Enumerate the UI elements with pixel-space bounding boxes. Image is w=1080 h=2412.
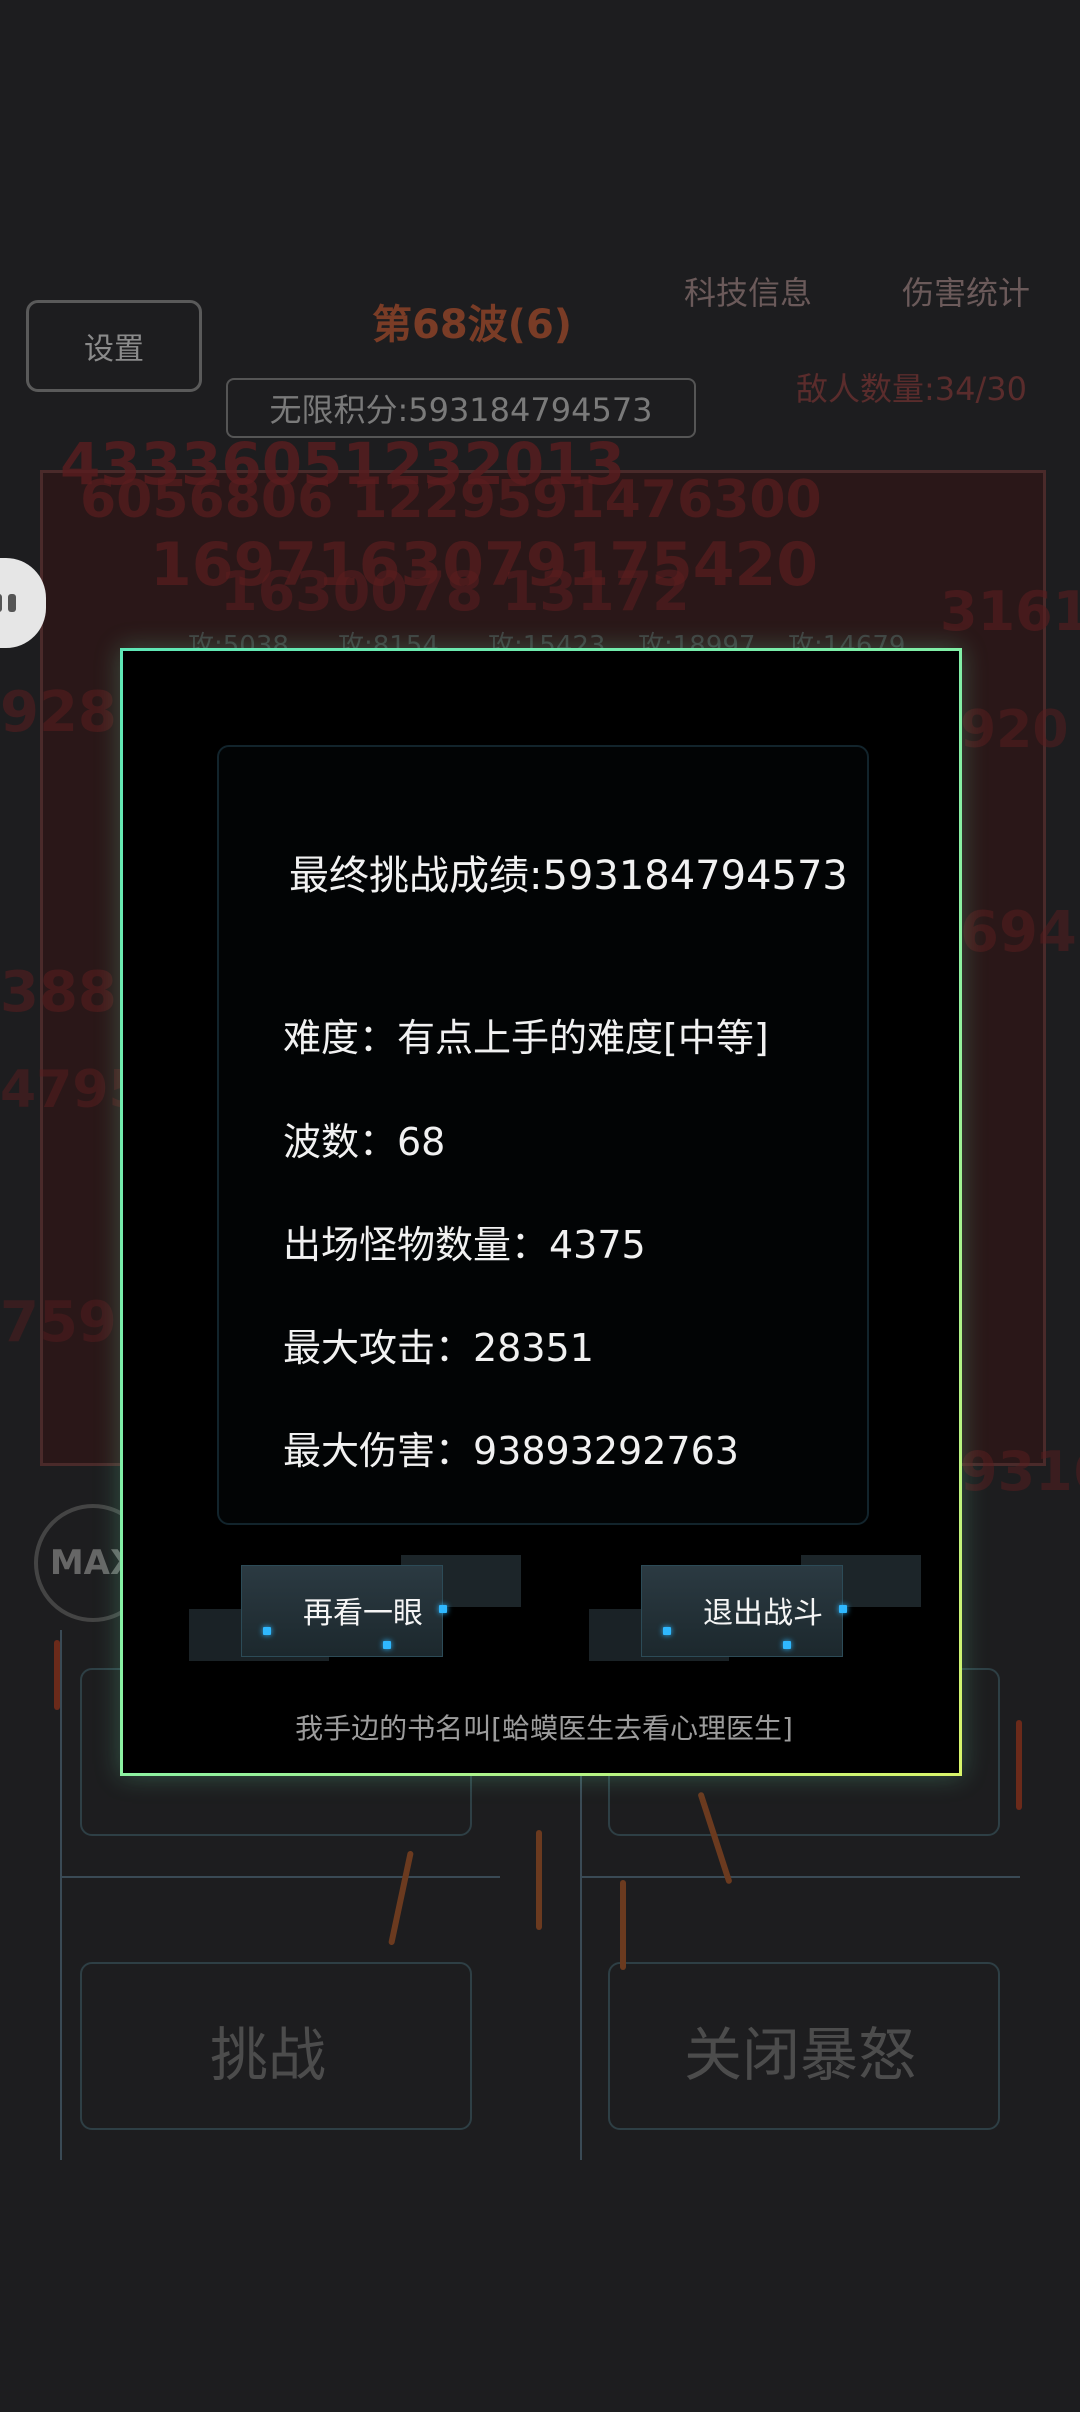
- result-dialog: 最终挑战成绩:593184794573 难度：有点上手的难度[中等] 波数：68…: [120, 648, 962, 1776]
- stat-max-damage: 最大伤害：93893292763: [283, 1429, 739, 1473]
- wave-title: 第68波(6): [372, 302, 573, 348]
- look-again-button[interactable]: 再看一眼: [189, 1555, 521, 1665]
- floating-assistant-button[interactable]: [0, 558, 46, 648]
- damage-stats-button[interactable]: 伤害统计: [902, 268, 1030, 314]
- final-score: 最终挑战成绩:593184794573: [289, 853, 848, 899]
- challenge-button[interactable]: 挑战: [210, 2008, 326, 2092]
- damage-number-noise: 6948: [960, 900, 1080, 965]
- infinite-score-bar: 无限积分:593184794573: [226, 378, 696, 438]
- flame-decoration: [536, 1830, 542, 1930]
- exit-battle-label: 退出战斗: [703, 1596, 823, 1631]
- footer-quote: 我手边的书名叫[蛤蟆医生去看心理医生]: [295, 1712, 793, 1745]
- pause-icon: [0, 594, 16, 612]
- result-card: 最终挑战成绩:593184794573 难度：有点上手的难度[中等] 波数：68…: [217, 745, 869, 1525]
- look-again-label: 再看一眼: [303, 1596, 423, 1631]
- flame-decoration: [620, 1880, 626, 1970]
- settings-button[interactable]: 设置: [26, 300, 202, 392]
- damage-number-noise: 920: [960, 700, 1069, 760]
- stat-difficulty: 难度：有点上手的难度[中等]: [283, 1016, 769, 1060]
- damage-number-noise: 6056806 1229591476300: [80, 470, 822, 530]
- exit-battle-button[interactable]: 退出战斗: [589, 1555, 921, 1665]
- stat-max-attack: 最大攻击：28351: [283, 1326, 594, 1370]
- divider: [60, 1876, 500, 1878]
- flame-decoration: [54, 1640, 60, 1710]
- damage-number-noise: 9316: [960, 1440, 1080, 1503]
- flame-decoration: [1016, 1720, 1022, 1810]
- close-rage-button[interactable]: 关闭暴怒: [684, 2008, 916, 2092]
- damage-number-noise: 1630078 13172: [220, 560, 690, 623]
- divider: [580, 1876, 1020, 1878]
- flame-decoration: [388, 1850, 414, 1946]
- stat-monster-count: 出场怪物数量：4375: [283, 1223, 646, 1267]
- divider: [60, 1630, 62, 2160]
- stat-waves: 波数：68: [283, 1120, 446, 1164]
- damage-number-noise: 31610: [940, 580, 1080, 643]
- tech-info-button[interactable]: 科技信息: [684, 268, 812, 314]
- enemy-count: 敌人数量:34/30: [796, 370, 1028, 408]
